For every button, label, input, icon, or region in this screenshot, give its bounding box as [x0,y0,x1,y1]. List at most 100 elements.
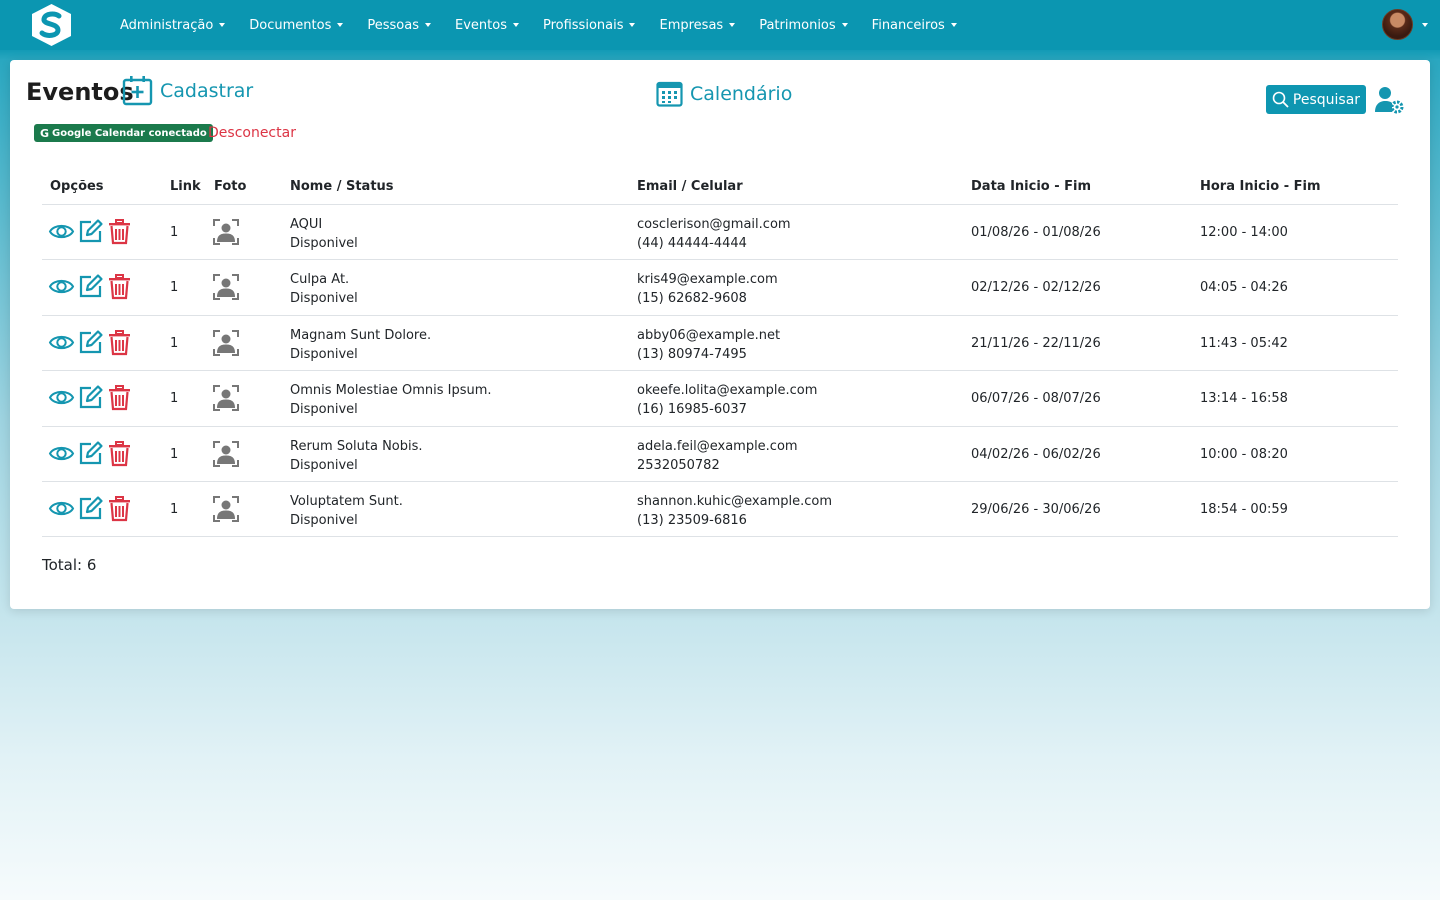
row-link[interactable]: 1 [170,225,178,240]
nav-item-financeiros[interactable]: Financeiros [872,18,957,33]
row-email: shannon.kuhic@example.com [637,493,832,509]
row-celular: (15) 62682-9608 [637,291,747,307]
user-photo-placeholder-icon [212,495,240,523]
table-row: 1 Omnis Molestiae Omnis Ipsum. Disponivel o… [42,371,1398,427]
chevron-down-icon [512,23,519,27]
row-actions [48,384,135,411]
events-card: Eventos Cadastrar Calendário Pesquisar G… [10,60,1430,609]
edit-icon[interactable] [77,495,104,522]
header-data: Data Inicio - Fim [971,179,1092,194]
row-status: Disponivel [290,512,358,528]
nav-item-profissionais[interactable]: Profissionais [543,18,636,33]
edit-icon[interactable] [77,384,104,411]
row-nome: Magnam Sunt Dolore. [290,327,432,343]
row-link[interactable]: 1 [170,336,178,351]
header-opcoes: Opções [50,179,104,194]
user-menu[interactable] [1382,9,1428,40]
view-eye-icon[interactable] [48,440,75,467]
header-hora: Hora Inicio - Fim [1200,179,1321,194]
cadastrar-label: Cadastrar [160,79,254,102]
view-eye-icon[interactable] [48,273,75,300]
row-link[interactable]: 1 [170,502,178,517]
main-menu: Administração Documentos Pessoas Eventos Pro… [120,0,981,50]
row-email: abby06@example.net [637,327,781,343]
table-body: 1 AQUI Disponivel cosclerison@gmail.com (44)… [42,205,1398,538]
row-link[interactable]: 1 [170,391,178,406]
row-data: 04/02/26 - 06/02/26 [971,446,1101,462]
table-row: 1 Magnam Sunt Dolore. Disponivel abby06@exa… [42,316,1398,372]
row-actions [48,273,135,300]
row-actions [48,495,135,522]
nav-item-label: Financeiros [871,17,945,33]
row-nome-status: Culpa At. Disponivel [290,270,358,308]
chevron-down-icon [841,23,848,27]
page-title: Eventos [26,78,134,106]
row-hora: 10:00 - 08:20 [1200,446,1288,462]
row-nome-status: Voluptatem Sunt. Disponivel [290,492,403,530]
edit-icon[interactable] [77,329,104,356]
nav-item-label: Profissionais [542,17,624,33]
row-data: 06/07/26 - 08/07/26 [971,391,1101,407]
edit-icon[interactable] [77,273,104,300]
row-celular: 2532050782 [637,457,720,473]
row-link[interactable]: 1 [170,447,178,462]
view-eye-icon[interactable] [48,329,75,356]
row-hora: 11:43 - 05:42 [1200,335,1288,351]
events-table: Opções Link Foto Nome / Status Email / C… [42,168,1398,538]
user-avatar[interactable] [1382,9,1413,40]
table-header: Opções Link Foto Nome / Status Email / C… [42,168,1398,205]
chevron-down-icon [219,23,226,27]
edit-icon[interactable] [77,218,104,245]
view-eye-icon[interactable] [48,218,75,245]
nav-item-label: Eventos [455,17,507,33]
chevron-down-icon [729,23,736,27]
cadastrar-button[interactable]: Cadastrar [122,75,253,106]
trash-icon[interactable] [106,440,133,467]
table-row: 1 Culpa At. Disponivel kris49@example.com (1… [42,260,1398,316]
row-email: okeefe.lolita@example.com [637,383,818,399]
google-icon: G [40,126,50,140]
edit-icon[interactable] [77,440,104,467]
google-badge-label: Google Calendar conectado [52,127,207,139]
nav-item-label: Empresas [659,17,724,33]
row-hora: 13:14 - 16:58 [1200,391,1288,407]
nav-item-documentos[interactable]: Documentos [249,17,344,33]
trash-icon[interactable] [106,218,133,245]
row-status: Disponivel [290,457,358,473]
user-photo-placeholder-icon [212,384,240,412]
user-settings-icon[interactable] [1374,85,1404,115]
pesquisar-label: Pesquisar [1292,91,1361,108]
nav-item-empresas[interactable]: Empresas [659,17,736,33]
chevron-down-icon [629,23,636,27]
row-celular: (16) 16985-6037 [637,402,747,418]
table-row: 1 Rerum Soluta Nobis. Disponivel adela.feil… [42,427,1398,482]
row-nome-status: Magnam Sunt Dolore. Disponivel [290,326,431,364]
calendario-button[interactable]: Calendário [656,80,792,107]
nav-item-pessoas[interactable]: Pessoas [367,18,431,33]
row-nome: Rerum Soluta Nobis. [290,438,423,454]
view-eye-icon[interactable] [48,384,75,411]
nav-item-label: Documentos [249,17,332,33]
pesquisar-button[interactable]: Pesquisar [1266,85,1366,114]
row-nome: Omnis Molestiae Omnis Ipsum. [290,383,492,399]
nav-item-eventos[interactable]: Eventos [455,18,519,33]
trash-icon[interactable] [106,329,133,356]
view-eye-icon[interactable] [48,495,75,522]
user-photo-placeholder-icon [212,218,240,246]
row-actions [48,440,135,467]
trash-icon[interactable] [106,384,133,411]
app-logo-icon[interactable] [29,3,74,47]
row-link[interactable]: 1 [170,280,178,295]
calendar-plus-icon [122,76,153,106]
google-calendar-status-badge: G Google Calendar conectado [34,124,213,142]
row-email-celular: kris49@example.com (15) 62682-9608 [637,270,778,308]
desconectar-link[interactable]: Desconectar [208,124,296,142]
trash-icon[interactable] [106,273,133,300]
trash-icon[interactable] [106,495,133,522]
nav-item-patrimonios[interactable]: Patrimonios [759,18,848,33]
row-data: 29/06/26 - 30/06/26 [971,501,1101,517]
chevron-down-icon [337,23,344,27]
nav-item-administracao[interactable]: Administração [120,18,226,33]
row-status: Disponivel [290,291,358,307]
row-nome: Culpa At. [290,272,350,288]
